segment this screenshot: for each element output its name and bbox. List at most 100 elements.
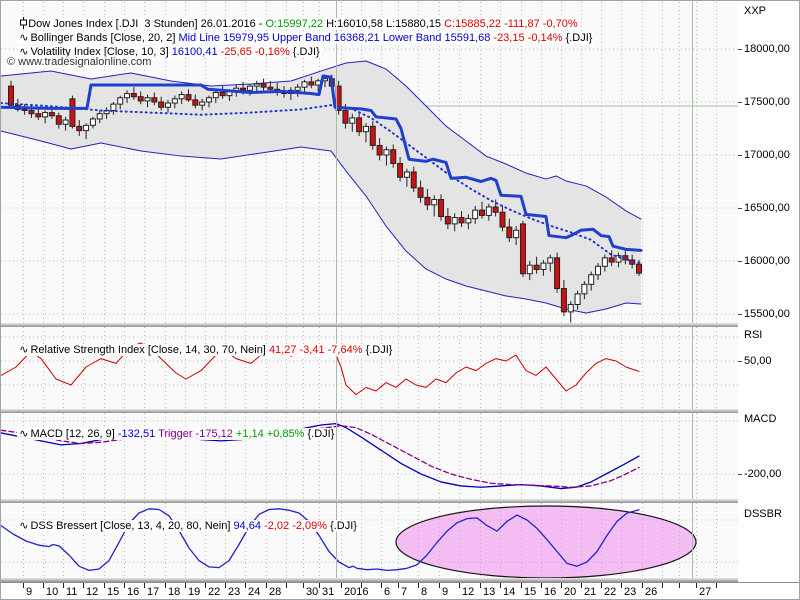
candle-up[interactable]: [111, 104, 116, 110]
candle-up[interactable]: [596, 266, 601, 274]
candle-up[interactable]: [568, 304, 573, 311]
axis-tick-mark: [459, 583, 460, 588]
time-tick-label: 31: [322, 586, 334, 598]
candle-up[interactable]: [452, 218, 457, 224]
candle-down[interactable]: [418, 188, 423, 198]
candle-down[interactable]: [9, 86, 14, 105]
candle-down[interactable]: [370, 126, 375, 145]
candle-up[interactable]: [118, 98, 123, 104]
candle-up[interactable]: [363, 126, 368, 131]
highlight-ellipse[interactable]: [396, 506, 696, 578]
candle-up[interactable]: [125, 94, 130, 98]
panel-separator-2[interactable]: [1, 409, 738, 413]
candle-up[interactable]: [247, 86, 252, 90]
candle-up[interactable]: [548, 258, 553, 263]
candle-down[interactable]: [343, 110, 348, 123]
candle-up[interactable]: [432, 200, 437, 205]
candle-down[interactable]: [309, 82, 314, 85]
candle-down[interactable]: [220, 92, 225, 95]
candle-down[interactable]: [534, 265, 539, 269]
candle-up[interactable]: [384, 150, 389, 155]
candle-down[interactable]: [520, 224, 525, 274]
axis-tick-mark: [23, 583, 24, 588]
candle-down[interactable]: [138, 97, 143, 101]
candle-down[interactable]: [131, 94, 136, 97]
candle-down[interactable]: [56, 116, 61, 124]
panel-separator-3[interactable]: [1, 499, 738, 503]
candle-up[interactable]: [541, 263, 546, 269]
candle-down[interactable]: [241, 88, 246, 90]
legend-row-rsi[interactable]: ∿Relative Strength Index [Close, 14, 30,…: [5, 330, 394, 370]
candle-down[interactable]: [609, 258, 614, 262]
candle-down[interactable]: [555, 258, 560, 289]
candle-down[interactable]: [377, 145, 382, 155]
candle-down[interactable]: [70, 99, 75, 127]
candle-down[interactable]: [425, 197, 430, 204]
candle-up[interactable]: [473, 210, 478, 218]
candle-up[interactable]: [165, 103, 170, 107]
time-axis[interactable]: 9101112151617181922232428303120166789121…: [1, 582, 800, 600]
candle-up[interactable]: [97, 114, 102, 119]
candle-up[interactable]: [295, 87, 300, 90]
candle-up[interactable]: [254, 84, 259, 86]
candle-down[interactable]: [29, 110, 34, 113]
candle-down[interactable]: [500, 212, 505, 227]
candle-down[interactable]: [77, 126, 82, 130]
candle-down[interactable]: [22, 109, 27, 110]
candle-up[interactable]: [350, 118, 355, 123]
candle-down[interactable]: [49, 113, 54, 116]
time-tick-label: 12: [462, 586, 474, 598]
candle-up[interactable]: [602, 258, 607, 266]
candle-down[interactable]: [398, 163, 403, 177]
panel-separator-1[interactable]: [1, 323, 738, 327]
legend-row-macd[interactable]: ∿MACD [12, 26, 9] -132,51 Trigger -175,1…: [5, 414, 336, 454]
price-tick: 50,00: [738, 355, 772, 367]
candle-up[interactable]: [172, 99, 177, 103]
candle-down[interactable]: [357, 118, 362, 132]
legend-dss-name: DSS Bressert [Close, 13, 4, 20, 80, Nein…: [30, 520, 233, 532]
candle-up[interactable]: [206, 98, 211, 102]
candle-down[interactable]: [561, 289, 566, 312]
legend-rsi-values: 41,27 -3,41 -7,64%: [269, 344, 366, 356]
candle-up[interactable]: [84, 125, 89, 130]
candle-up[interactable]: [589, 275, 594, 285]
candle-down[interactable]: [479, 210, 484, 215]
candle-down[interactable]: [36, 114, 41, 117]
candle-up[interactable]: [63, 120, 68, 124]
candle-up[interactable]: [582, 284, 587, 294]
candle-down[interactable]: [152, 98, 157, 102]
candle-up[interactable]: [90, 119, 95, 125]
candle-down[interactable]: [493, 207, 498, 212]
chart-canvas[interactable]: [1, 1, 738, 579]
candle-up[interactable]: [43, 113, 48, 117]
legend-row-dss[interactable]: ∿DSS Bressert [Close, 13, 4, 20, 80, Nei…: [5, 506, 359, 546]
candle-up[interactable]: [466, 219, 471, 223]
candle-down[interactable]: [261, 84, 266, 87]
candle-down[interactable]: [636, 264, 641, 273]
candle-down[interactable]: [411, 172, 416, 188]
axis-tick-mark: [43, 583, 44, 588]
candle-up[interactable]: [302, 82, 307, 87]
candle-up[interactable]: [575, 294, 580, 305]
price-axis[interactable]: XXPRSIMACDDSSBR18000,0017500,0017000,001…: [738, 1, 800, 578]
candle-down[interactable]: [445, 216, 450, 223]
candle-down[interactable]: [391, 150, 396, 164]
candle-down[interactable]: [439, 200, 444, 217]
candle-up[interactable]: [145, 98, 150, 101]
candle-down[interactable]: [186, 95, 191, 100]
candle-up[interactable]: [200, 102, 205, 105]
candle-down[interactable]: [193, 100, 198, 105]
candle-up[interactable]: [514, 230, 519, 237]
candle-up[interactable]: [486, 207, 491, 215]
candle-up[interactable]: [213, 92, 218, 97]
axis-tick-mark: [601, 583, 602, 588]
candle-down[interactable]: [268, 87, 273, 89]
candle-up[interactable]: [527, 265, 532, 273]
price-tick-label: 17000,00: [744, 149, 790, 161]
candle-down[interactable]: [459, 218, 464, 223]
axis-tick-mark: [165, 583, 166, 588]
candle-down[interactable]: [507, 227, 512, 238]
candle-down[interactable]: [159, 102, 164, 107]
candle-up[interactable]: [179, 95, 184, 99]
candle-up[interactable]: [404, 172, 409, 177]
